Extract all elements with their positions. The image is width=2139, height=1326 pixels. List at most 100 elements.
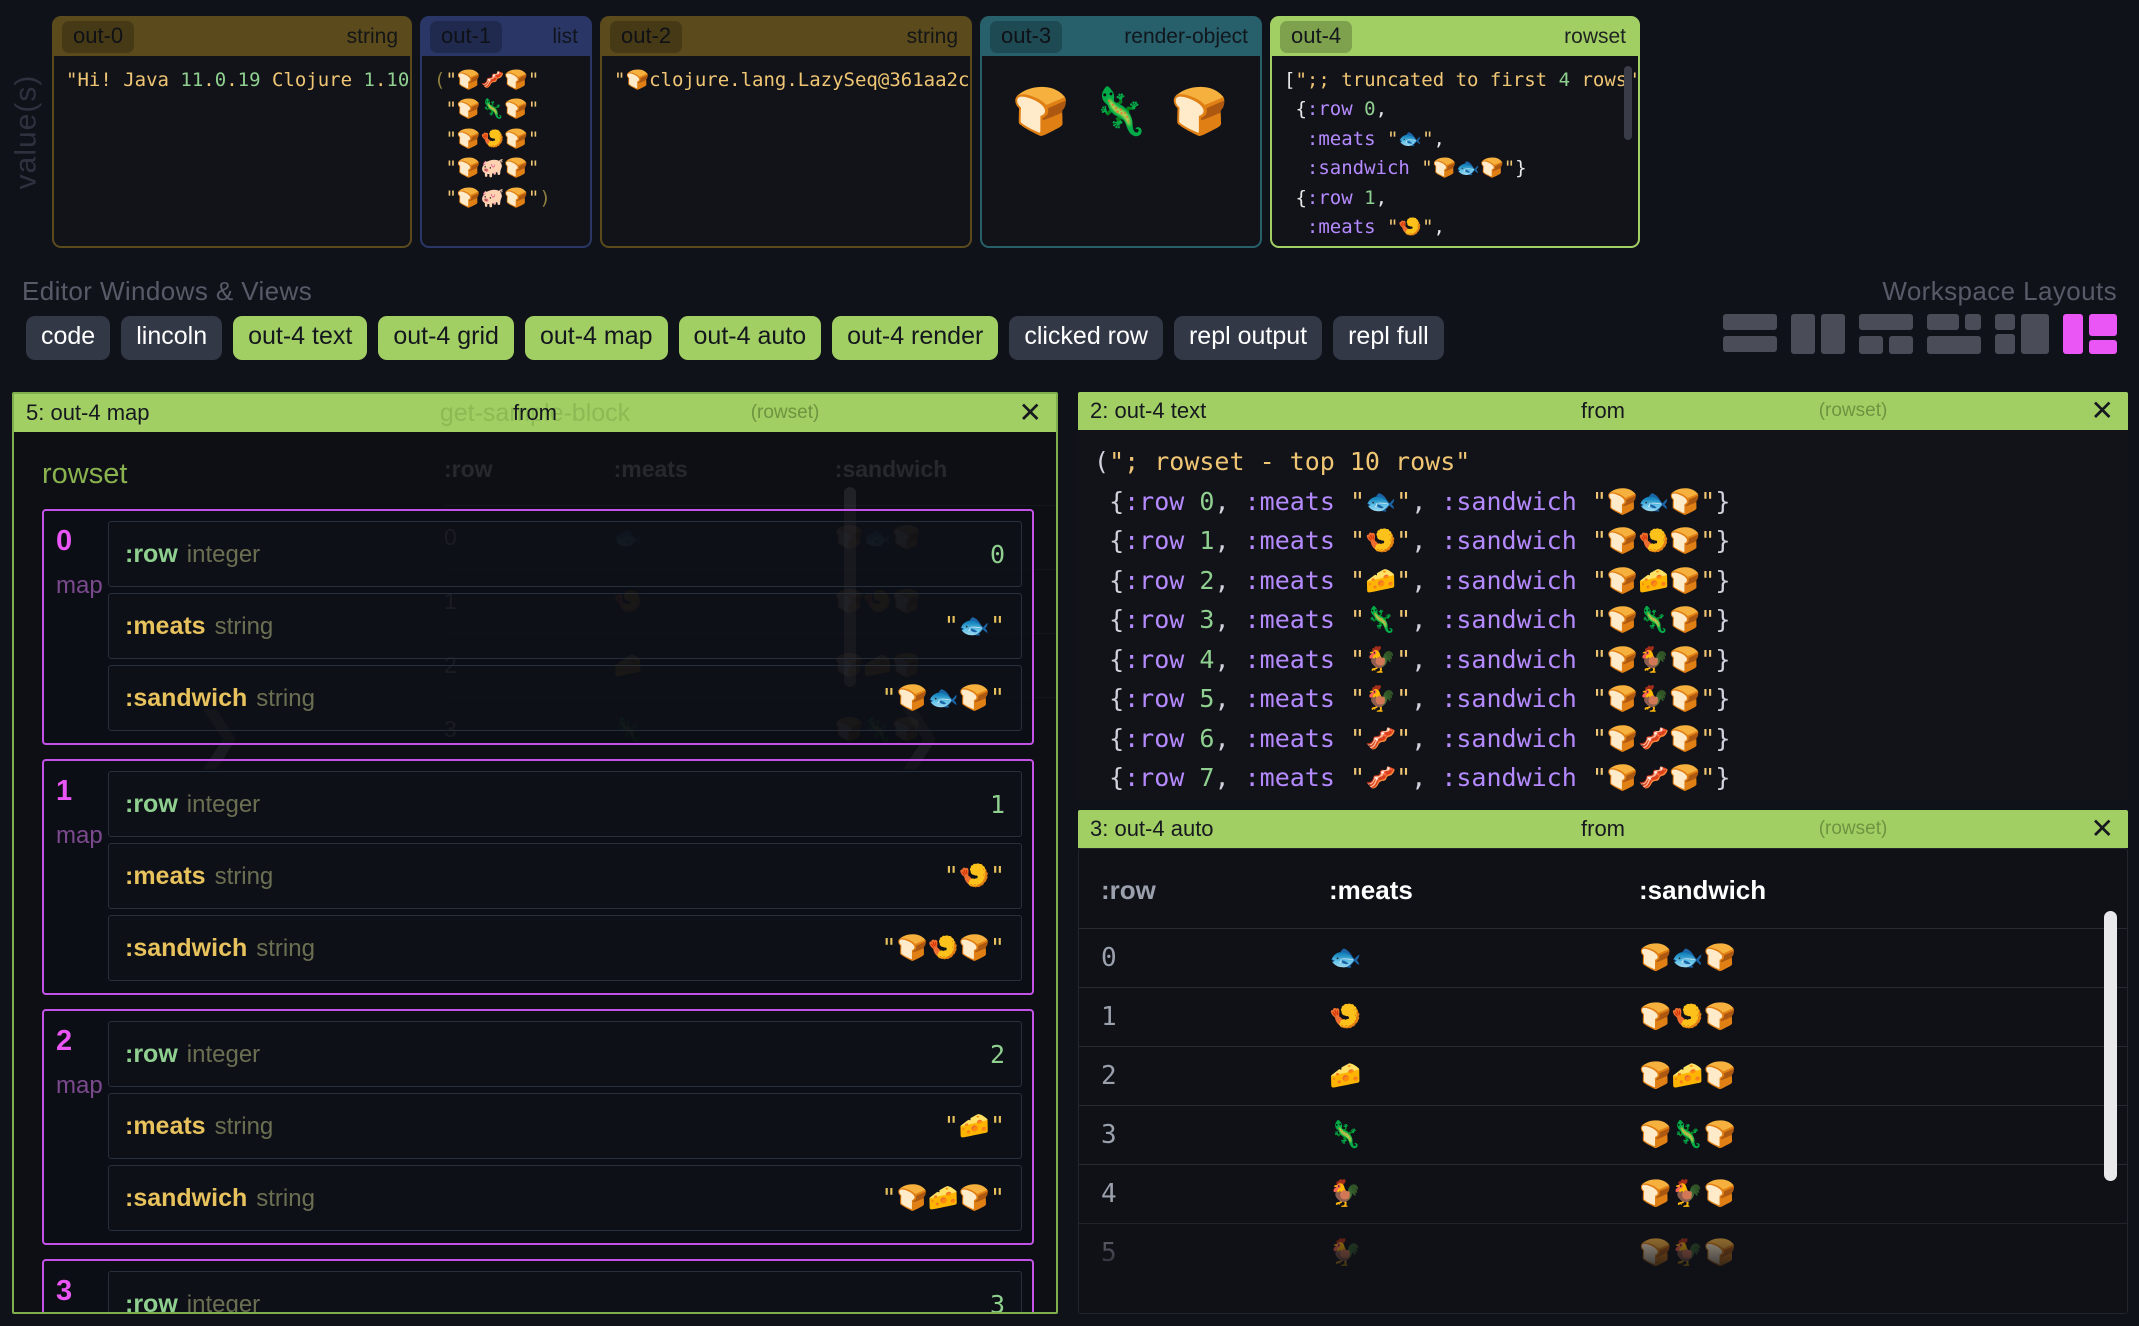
close-icon[interactable]: ✕ — [2091, 815, 2114, 843]
map-field-label: :sandwich string — [125, 683, 315, 712]
map-card[interactable]: 3map:rowinteger3:meatsstring"🦎":sandwich… — [42, 1259, 1034, 1312]
output-card-body: 🍞 🦎 🍞 — [982, 56, 1260, 246]
map-card-index: 1 map — [44, 761, 108, 993]
map-field-label: :row integer — [125, 789, 261, 818]
cell-sandwich: 🍞🍤🍞 — [1639, 987, 2127, 1047]
layout-two-columns-icon[interactable] — [1791, 314, 1845, 354]
editor-toolbar: Editor Windows & Views Workspace Layouts… — [0, 264, 2139, 392]
cell-sandwich: 🍞🐟🍞 — [1639, 928, 2127, 988]
map-card-type-label: map — [56, 1072, 103, 1099]
layout-top-bar-two-below-icon[interactable] — [1859, 314, 1913, 354]
map-card[interactable]: 2 map:row integer 2:meats string "🧀":sandwich… — [42, 1009, 1034, 1245]
view-chip-out-4-text[interactable]: out-4 text — [233, 316, 368, 360]
table-row[interactable]: 4 🐓 🍞🐓🍞 — [1079, 1164, 2127, 1224]
window-out4-text: 2: out-4 text from (rowset) ✕ ("; rowset… — [1078, 392, 2128, 800]
table-row[interactable]: 5 🐓 🍞🐓🍞 — [1079, 1223, 2127, 1283]
view-chip-clicked-row[interactable]: clicked row — [1009, 316, 1163, 360]
text-view-body: ("; rowset - top 10 rows" {:row 0, :meat… — [1078, 430, 2128, 800]
render-object-glyphs: 🍞 🦎 🍞 — [994, 66, 1248, 157]
view-chip-repl-output[interactable]: repl output — [1173, 316, 1323, 360]
map-field-value: "🍤" — [943, 861, 1005, 890]
map-field-value: 1 — [989, 789, 1005, 819]
map-field-value: "🍞🧀🍞" — [881, 1183, 1006, 1212]
output-card-type: list — [552, 25, 578, 48]
window-out4-auto: 3: out-4 auto from (rowset) ✕ :row:meats… — [1078, 810, 2128, 1314]
map-card[interactable]: 1 map:row integer 1:meats string "🍤":sandwich… — [42, 759, 1034, 995]
app-root: value(s) out-0 string "Hi! Java 11.0.19 Cl… — [0, 0, 2139, 1326]
map-field-sandwich[interactable]: :sandwich string "🍞🧀🍞" — [108, 1165, 1022, 1231]
window-source-auto: (rowset) — [1818, 818, 1888, 839]
map-field-label: :row integer — [125, 1039, 261, 1068]
layout-stacked-rows-icon[interactable] — [1723, 314, 1777, 354]
render-glyph: 🍞 — [1170, 84, 1228, 138]
map-card-type-label: map — [56, 572, 103, 599]
map-card-index: 3map — [44, 1261, 108, 1312]
map-field-label: :sandwich string — [125, 933, 315, 962]
toolbar-right-title: Workspace Layouts — [1882, 276, 2117, 306]
close-icon[interactable]: ✕ — [1019, 399, 1042, 427]
cell-row: 3 — [1079, 1105, 1329, 1165]
map-field-sandwich[interactable]: :sandwich string "🍞🐟🍞" — [108, 665, 1022, 731]
layout-left-column-right-split-icon[interactable] — [2063, 314, 2117, 354]
table-row[interactable]: 3 🦎 🍞🦎🍞 — [1079, 1105, 2127, 1165]
map-field-label: :sandwich string — [125, 1183, 315, 1212]
view-chip-out-4-map[interactable]: out-4 map — [524, 316, 668, 360]
map-field-row[interactable]: :row integer 0 — [108, 521, 1022, 587]
view-chip-out-4-grid[interactable]: out-4 grid — [378, 316, 514, 360]
layout-narrow-split-columns-icon[interactable] — [1995, 314, 2049, 354]
map-view-body: :row:meats:sandwich0🐟🍞🐟🍞1🍤🍞🍤🍞2🧀🍞🧀🍞3🦎🍞🦎🍞 … — [14, 432, 1056, 1312]
view-chip-out-4-auto[interactable]: out-4 auto — [678, 316, 822, 360]
layout-two-top-one-bottom-icon[interactable] — [1927, 314, 1981, 354]
vertical-scrollbar[interactable] — [2104, 911, 2117, 1181]
vertical-scrollbar[interactable] — [1624, 66, 1632, 140]
map-field-meats[interactable]: :meats string "🧀" — [108, 1093, 1022, 1159]
map-card-fields: :rowinteger3:meatsstring"🦎":sandwichstri… — [108, 1261, 1032, 1312]
output-card-header: out-3 render-object — [982, 18, 1260, 56]
cell-sandwich: 🍞🦎🍞 — [1639, 1105, 2127, 1165]
output-card-out-0[interactable]: out-0 string "Hi! Java 11.0.19 Clojure 1.1… — [52, 16, 412, 248]
map-field-sandwich[interactable]: :sandwich string "🍞🍤🍞" — [108, 915, 1022, 981]
map-card-index-number: 3 — [56, 1275, 73, 1307]
output-card-tag: out-1 — [430, 21, 503, 53]
values-strip-label: value(s) — [0, 0, 52, 264]
table-row[interactable]: 2 🧀 🍞🧀🍞 — [1079, 1046, 2127, 1106]
map-field-meats[interactable]: :meats string "🍤" — [108, 843, 1022, 909]
window-source-text: (rowset) — [1818, 400, 1888, 421]
output-card-out-2[interactable]: out-2 string "🍞clojure.lang.LazySeq@361aa2… — [600, 16, 972, 248]
map-card-index-number: 0 — [56, 525, 73, 557]
column-header-meats[interactable]: :meats — [1329, 849, 1639, 929]
output-card-type: rowset — [1564, 25, 1626, 48]
column-header-row[interactable]: :row — [1079, 849, 1329, 929]
view-chip-repl-full[interactable]: repl full — [1333, 316, 1444, 360]
output-card-header: out-2 string — [602, 18, 970, 56]
output-card-out-4[interactable]: out-4 rowset [";; truncated to first 4 row… — [1270, 16, 1640, 248]
toolbar-left-title: Editor Windows & Views — [22, 276, 313, 306]
table-row[interactable]: 6 🥓 🍞🥓🍞 — [1079, 1282, 2127, 1313]
cell-row: 2 — [1079, 1046, 1329, 1106]
window-header-auto: 3: out-4 auto from (rowset) ✕ — [1078, 810, 2128, 848]
map-field-meats[interactable]: :meats string "🐟" — [108, 593, 1022, 659]
map-field-label: :meats string — [125, 1111, 274, 1140]
view-chip-code[interactable]: code — [26, 316, 111, 360]
output-card-out-1[interactable]: out-1 list ("🍞🥓🍞" "🍞🦎🍞" "🍞🍤🍞" "🍞🐖🍞" "🍞🐖🍞") — [420, 16, 592, 248]
map-field-row[interactable]: :row integer 3 — [108, 1271, 1022, 1312]
table-row[interactable]: 1 🍤 🍞🍤🍞 — [1079, 987, 2127, 1047]
table-row[interactable]: 0 🐟 🍞🐟🍞 — [1079, 928, 2127, 988]
close-icon[interactable]: ✕ — [2091, 397, 2114, 425]
cell-sandwich: 🍞🥓🍞 — [1639, 1282, 2127, 1313]
map-field-value: 2 — [989, 1039, 1005, 1069]
map-field-row[interactable]: :row integer 1 — [108, 771, 1022, 837]
render-glyph: 🦎 — [1091, 84, 1149, 138]
output-card-body: ("🍞🥓🍞" "🍞🦎🍞" "🍞🍤🍞" "🍞🐖🍞" "🍞🐖🍞") — [422, 56, 590, 246]
cell-sandwich: 🍞🐓🍞 — [1639, 1164, 2127, 1224]
output-card-tag: out-4 — [1280, 21, 1353, 53]
map-field-value: "🧀" — [943, 1111, 1005, 1140]
map-field-row[interactable]: :row integer 2 — [108, 1021, 1022, 1087]
view-chip-lincoln[interactable]: lincoln — [121, 316, 223, 360]
map-field-label: :meats string — [125, 611, 274, 640]
cell-meats: 🐓 — [1329, 1164, 1639, 1224]
output-card-out-3[interactable]: out-3 render-object 🍞 🦎 🍞 — [980, 16, 1262, 248]
view-chip-out-4-render[interactable]: out-4 render — [832, 316, 999, 360]
column-header-sandwich[interactable]: :sandwich — [1639, 849, 2127, 929]
map-card[interactable]: 0 map:row integer 0:meats string "🐟":sandwich… — [42, 509, 1034, 745]
